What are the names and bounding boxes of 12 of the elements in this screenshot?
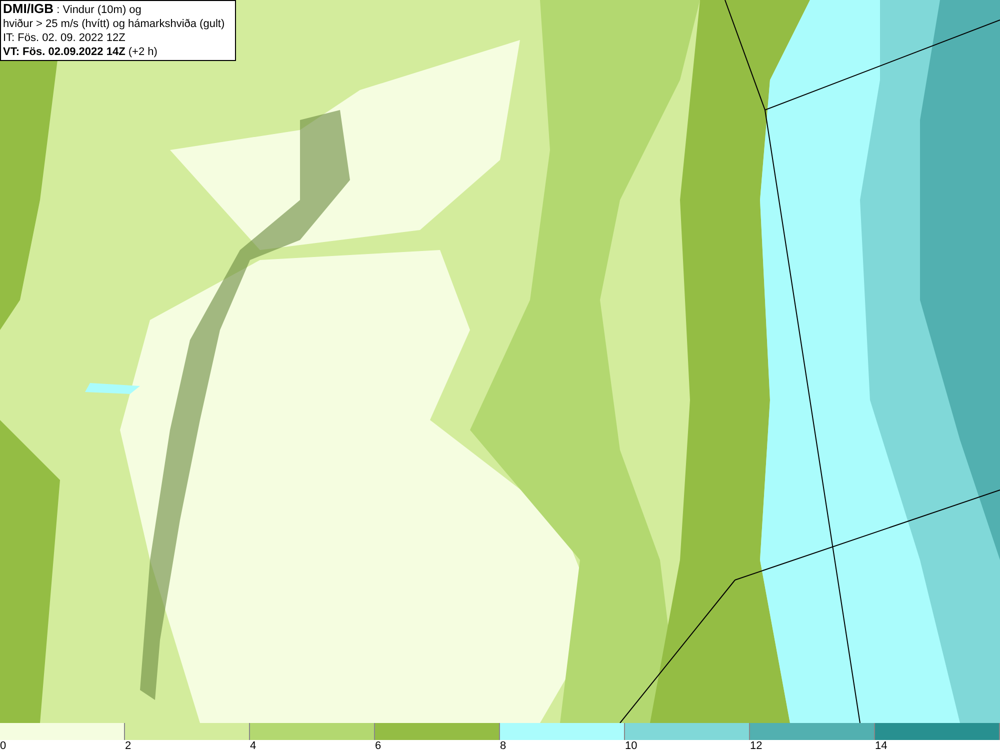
legend-label: 2 bbox=[125, 740, 132, 752]
legend-label: 8 bbox=[500, 740, 506, 752]
legend-label: 10 bbox=[625, 740, 638, 752]
legend-label: 4 bbox=[250, 740, 256, 752]
info-description: hviður > 25 m/s (hvítt) og hámarkshviða (gult) bbox=[3, 17, 226, 31]
legend-label: 6 bbox=[375, 740, 382, 752]
legend-label: 14 bbox=[875, 740, 888, 752]
valid-time: VT: Fös. 02.09.2022 14Z (+2 h) bbox=[3, 45, 158, 59]
info-title: DMI/IGB : Vindur (10m) og bbox=[3, 2, 142, 17]
initial-time: IT: Fös. 02. 09. 2022 12Z bbox=[3, 31, 126, 45]
legend-label: 12 bbox=[750, 740, 762, 752]
legend-label: 0 bbox=[0, 740, 6, 752]
